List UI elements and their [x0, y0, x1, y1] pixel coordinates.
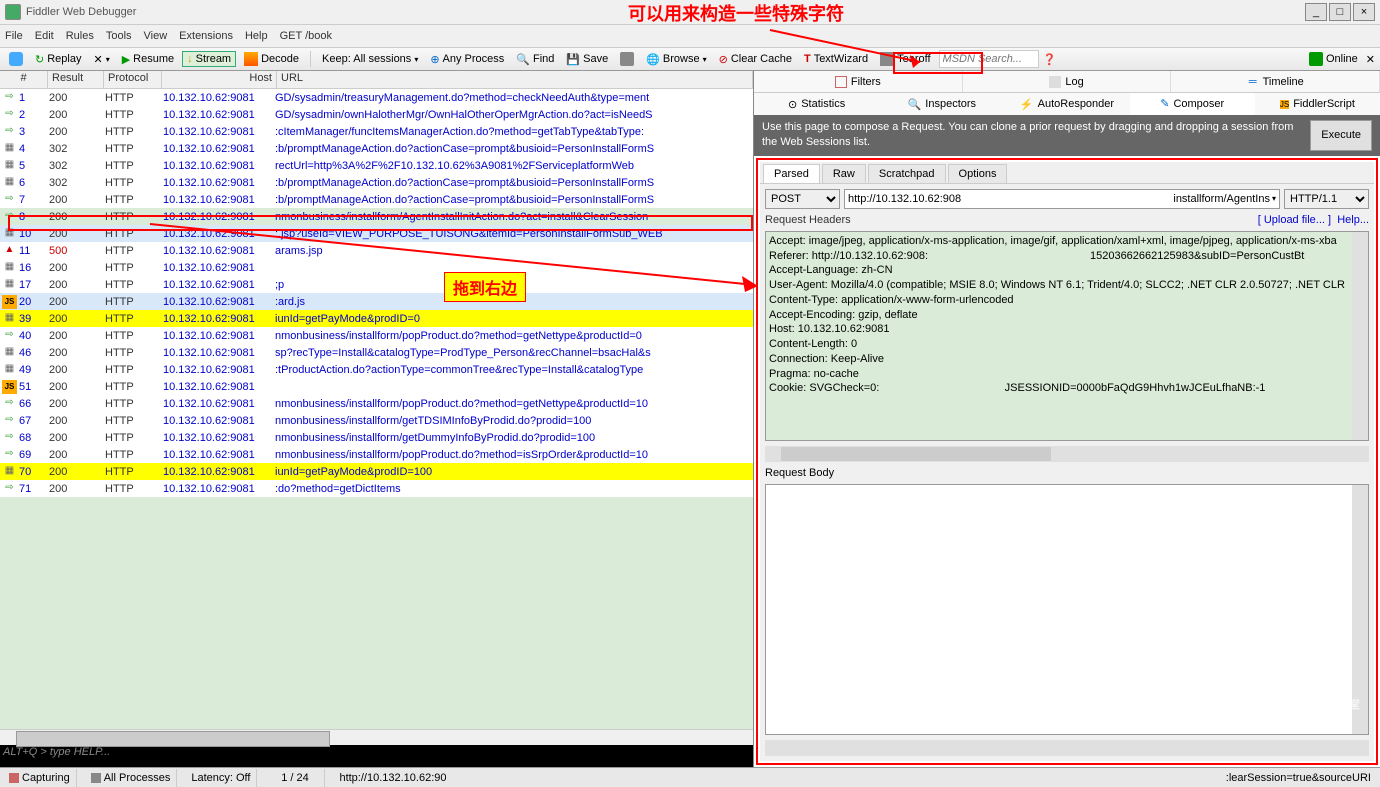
table-row[interactable]: ▦70200HTTP10.132.10.62:9081iunId=getPayM… — [0, 463, 753, 480]
tab-fiddlerscript[interactable]: JSFiddlerScript — [1255, 93, 1380, 115]
ctab-scratchpad[interactable]: Scratchpad — [868, 164, 946, 183]
menu-extensions[interactable]: Extensions — [179, 30, 233, 42]
right-panel: Filters Log ═Timeline ⊙Statistics 🔍Inspe… — [754, 71, 1380, 767]
watermark: HTML5学堂 — [1243, 679, 1360, 729]
annotation-top: 可以用来构造一些特殊字符 — [628, 0, 844, 26]
help-icon[interactable]: ❓ — [1043, 53, 1057, 66]
sb-right: :learSession=true&sourceURI — [1220, 769, 1377, 787]
menu-help[interactable]: Help — [245, 30, 268, 42]
table-row[interactable]: ⇨69200HTTP10.132.10.62:9081nmonbusiness/… — [0, 446, 753, 463]
anyprocess-button[interactable]: ⊕Any Process — [426, 52, 508, 67]
minimize-button[interactable]: _ — [1305, 3, 1327, 21]
save-button[interactable]: 💾Save — [562, 52, 612, 67]
composer-tabs: Parsed Raw Scratchpad Options — [760, 162, 1374, 184]
body-hscroll[interactable] — [765, 740, 1369, 756]
table-row[interactable]: ▦4302HTTP10.132.10.62:9081:b/promptManag… — [0, 140, 753, 157]
table-row[interactable]: ⇨68200HTTP10.132.10.62:9081nmonbusiness/… — [0, 429, 753, 446]
col-result[interactable]: Result — [48, 71, 104, 88]
table-row[interactable]: ▦6302HTTP10.132.10.62:9081:b/promptManag… — [0, 174, 753, 191]
req-body-label: Request Body — [765, 467, 1369, 479]
table-row[interactable]: ▦46200HTTP10.132.10.62:9081sp?recType=In… — [0, 344, 753, 361]
tab-log[interactable]: Log — [963, 71, 1172, 92]
headers-hscroll[interactable] — [765, 446, 1369, 462]
execute-button[interactable]: Execute — [1310, 120, 1372, 151]
right-tabs-row2: ⊙Statistics 🔍Inspectors ⚡AutoResponder ✎… — [754, 93, 1380, 115]
menu-tools[interactable]: Tools — [106, 30, 132, 42]
col-host[interactable]: Host — [162, 71, 277, 88]
table-row[interactable]: ⇨2200HTTP10.132.10.62:9081GD/sysadmin/ow… — [0, 106, 753, 123]
table-row[interactable]: JS51200HTTP10.132.10.62:9081 — [0, 378, 753, 395]
ctab-raw[interactable]: Raw — [822, 164, 866, 183]
comment-button[interactable] — [5, 51, 27, 67]
find-button[interactable]: 🔍Find — [512, 52, 558, 67]
table-row[interactable]: ⇨66200HTTP10.132.10.62:9081nmonbusiness/… — [0, 395, 753, 412]
wechat-icon — [1243, 679, 1293, 729]
tab-statistics[interactable]: ⊙Statistics — [754, 93, 879, 115]
menu-file[interactable]: File — [5, 30, 23, 42]
sb-count: 1 / 24 — [265, 769, 325, 787]
table-row[interactable]: ⇨40200HTTP10.132.10.62:9081nmonbusiness/… — [0, 327, 753, 344]
resume-button[interactable]: ▶Resume — [118, 52, 178, 67]
app-icon — [5, 4, 21, 20]
httpver-select[interactable]: HTTP/1.1 — [1284, 189, 1369, 209]
stream-button[interactable]: ↓Stream — [182, 51, 236, 67]
menu-rules[interactable]: Rules — [66, 30, 94, 42]
tab-timeline[interactable]: ═Timeline — [1171, 71, 1380, 92]
ctab-options[interactable]: Options — [948, 164, 1008, 183]
table-row[interactable]: ⇨3200HTTP10.132.10.62:9081:cItemManager/… — [0, 123, 753, 140]
table-row[interactable]: ▦39200HTTP10.132.10.62:9081iunId=getPayM… — [0, 310, 753, 327]
decode-button[interactable]: Decode — [240, 51, 303, 67]
tab-composer[interactable]: ✎Composer — [1130, 93, 1255, 115]
msdn-search-input[interactable] — [939, 50, 1039, 68]
method-select[interactable]: POST — [765, 189, 840, 209]
sessions-hscroll[interactable] — [0, 729, 753, 745]
online-button[interactable]: Online — [1305, 51, 1362, 67]
menu-view[interactable]: View — [144, 30, 168, 42]
upload-file-link[interactable]: [ Upload file... ] — [1258, 214, 1331, 226]
tab-inspectors[interactable]: 🔍Inspectors — [879, 93, 1004, 115]
maximize-button[interactable]: □ — [1329, 3, 1351, 21]
ctab-parsed[interactable]: Parsed — [763, 164, 820, 183]
remove-button[interactable]: ✕▾ — [89, 52, 113, 67]
headers-vscroll[interactable] — [1352, 232, 1368, 440]
sb-latency[interactable]: Latency: Off — [185, 769, 257, 787]
replay-button[interactable]: ↻Replay — [31, 52, 85, 67]
arrow-top — [620, 20, 940, 80]
menu-getbook[interactable]: GET /book — [280, 30, 332, 42]
table-row[interactable]: ▦5302HTTP10.132.10.62:9081rectUrl=http%3… — [0, 157, 753, 174]
sessions-list[interactable]: ⇨1200HTTP10.132.10.62:9081GD/sysadmin/tr… — [0, 89, 753, 729]
sb-processes[interactable]: All Processes — [85, 769, 178, 787]
sessions-panel: # Result Protocol Host URL ⇨1200HTTP10.1… — [0, 71, 754, 767]
tab-autoresponder[interactable]: ⚡AutoResponder — [1004, 93, 1129, 115]
close-button[interactable]: × — [1353, 3, 1375, 21]
table-row[interactable]: ⇨1200HTTP10.132.10.62:9081GD/sysadmin/tr… — [0, 89, 753, 106]
sb-url: http://10.132.10.62:90 — [333, 769, 1211, 787]
req-headers-label: Request Headers — [765, 214, 1258, 226]
statusbar: Capturing All Processes Latency: Off 1 /… — [0, 767, 1380, 787]
help-link[interactable]: Help... — [1337, 214, 1369, 226]
composer-tip: Use this page to compose a Request. You … — [754, 115, 1380, 156]
sb-capturing[interactable]: Capturing — [3, 769, 77, 787]
close-toolbar-button[interactable]: ✕ — [1366, 53, 1375, 66]
col-protocol[interactable]: Protocol — [104, 71, 162, 88]
menu-edit[interactable]: Edit — [35, 30, 54, 42]
url-input[interactable]: http://10.132.10.62:908 ··· installform/… — [844, 189, 1280, 209]
table-row[interactable]: ▦49200HTTP10.132.10.62:9081:tProductActi… — [0, 361, 753, 378]
keep-button[interactable]: Keep: All sessions▾ — [318, 52, 422, 66]
table-row[interactable]: ⇨7200HTTP10.132.10.62:9081:b/promptManag… — [0, 191, 753, 208]
table-row[interactable]: ⇨71200HTTP10.132.10.62:9081:do?method=ge… — [0, 480, 753, 497]
annotation-middle: 拖到右边 — [444, 272, 526, 302]
request-headers-box[interactable]: Accept: image/jpeg, application/x-ms-app… — [765, 231, 1369, 441]
table-row[interactable]: ⇨67200HTTP10.132.10.62:9081nmonbusiness/… — [0, 412, 753, 429]
col-number[interactable]: # — [0, 71, 48, 88]
quickexec-bar[interactable]: ALT+Q > type HELP... — [0, 745, 753, 763]
